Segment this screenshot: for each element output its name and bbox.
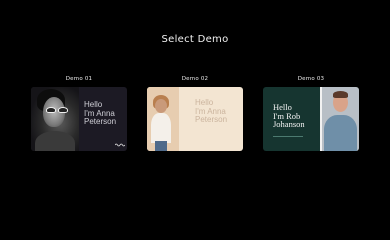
portrait-image (31, 87, 79, 151)
portrait-image (147, 87, 179, 151)
demo-01-label: Demo 01 (65, 76, 93, 82)
portrait-body (151, 113, 171, 143)
heading-line: Johanson (273, 119, 305, 129)
demo-03-heading: Hello I'm Rob Johanson (273, 103, 305, 129)
squiggle-icon (115, 143, 125, 147)
portrait-shirt (324, 115, 357, 151)
sunglasses-graphic (46, 107, 70, 113)
demo-03[interactable]: Demo 03 Hello I'm Rob Johanson (263, 76, 359, 151)
page-title: Select Demo (161, 34, 229, 45)
portrait-shoulder (35, 131, 75, 151)
demo-02-thumbnail[interactable]: Hello I'm Anna Peterson (147, 87, 243, 151)
demo-02-label: Demo 02 (181, 76, 209, 82)
portrait-face (155, 99, 167, 113)
heading-line: Peterson (84, 117, 117, 126)
demo-03-thumbnail[interactable]: Hello I'm Rob Johanson (263, 87, 359, 151)
demo-01-thumbnail[interactable]: Hello I'm Anna Peterson (31, 87, 127, 151)
demo-01[interactable]: Demo 01 Hello I'm Anna Peterson (31, 76, 127, 151)
demo-01-heading: Hello I'm Anna Peterson (84, 100, 117, 127)
underline-divider (273, 136, 303, 137)
portrait-image (322, 87, 359, 151)
heading-line: Peterson (195, 115, 228, 124)
demo-02[interactable]: Demo 02 Hello I'm Anna Peterson (147, 76, 243, 151)
demo-03-label: Demo 03 (297, 76, 325, 82)
demo-02-heading: Hello I'm Anna Peterson (195, 98, 228, 125)
portrait-hair (333, 91, 348, 98)
portrait-legs (155, 141, 167, 151)
